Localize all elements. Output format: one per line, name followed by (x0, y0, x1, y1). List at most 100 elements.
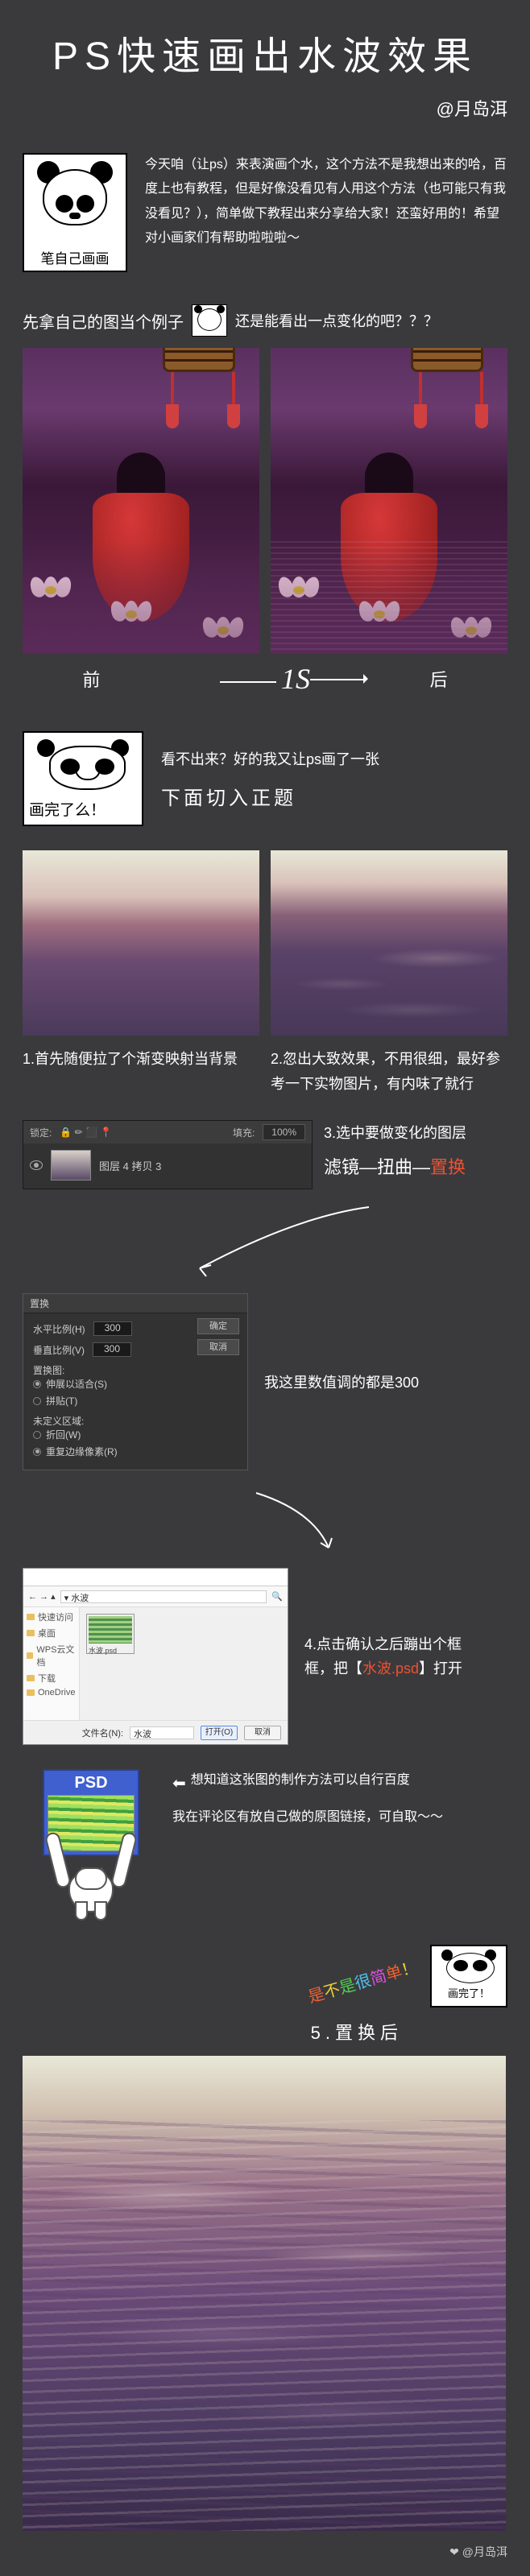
panda-caption: 笔自己画画 (41, 247, 110, 267)
layer-row[interactable]: 图层 4 拷贝 3 (23, 1143, 312, 1187)
mid-line-2: 下面切入正题 (161, 782, 379, 810)
v-scale-label: 垂直比例(V) (33, 1343, 85, 1357)
sidebar-item[interactable]: 下载 (27, 1672, 76, 1685)
file-open-dialog: ← → ▴ ▾ 水波 🔍 快速访问 桌面 WPS云文档 下载 OneDrive … (23, 1568, 288, 1745)
ps-layers-panel: 锁定: 🔒 ✏ ⬛ 📍 填充: 100% 图层 4 拷贝 3 (23, 1120, 313, 1189)
displace-dialog: 置换 水平比例(H) 300 垂直比例(V) 300 置换图: 伸展以适合(S)… (23, 1293, 248, 1470)
fill-label: 填充: (233, 1126, 255, 1139)
hand-arrow-icon (184, 1201, 507, 1285)
ps-layers-header: 锁定: 🔒 ✏ ⬛ 📍 填充: 100% (23, 1121, 312, 1143)
radio-stretch[interactable]: 伸展以适合(S) (33, 1377, 238, 1391)
author-handle: @月岛洱 (23, 95, 507, 121)
final-result-image (23, 2056, 506, 2531)
compare-row (23, 348, 507, 654)
step3-caption: 3.选中要做变化的图层 (324, 1120, 466, 1146)
before-image (23, 348, 259, 654)
panda-icon (29, 738, 137, 796)
step-1-2-images (23, 850, 507, 1036)
step2-image (271, 850, 507, 1036)
after-image (271, 348, 507, 654)
sidebar-item[interactable]: OneDrive (27, 1688, 76, 1697)
psd-note-1: ⬅ 想知道这张图的制作方法可以自行百度 (172, 1769, 443, 1798)
panda-meme-3: 画完了！ (430, 1945, 507, 2007)
ok-button[interactable]: 确定 (197, 1318, 239, 1334)
panda-icon (39, 161, 111, 225)
file-row: ← → ▴ ▾ 水波 🔍 快速访问 桌面 WPS云文档 下载 OneDrive … (23, 1568, 507, 1745)
layer-name: 图层 4 拷贝 3 (99, 1158, 161, 1173)
panda-caption: 画完了！ (435, 1985, 503, 2000)
dialog-title: 置换 (23, 1294, 247, 1313)
visibility-icon[interactable] (30, 1160, 43, 1170)
filename-label: 文件名(N): (82, 1726, 123, 1739)
footer-credit: ❤ @月岛洱 (23, 2544, 507, 2560)
panda-meme-2: 画完了么！ (23, 731, 143, 826)
step4-caption: 4.点击确认之后蹦出个框框，把【水波.psd】打开 (304, 1632, 482, 1681)
file-sidebar: 快速访问 桌面 WPS云文档 下载 OneDrive (23, 1607, 80, 1720)
sidebar-item[interactable]: WPS云文档 (27, 1643, 76, 1668)
psd-note-2: 我在评论区有放自己做的原图链接，可自取～～ (172, 1806, 443, 1830)
file-path[interactable]: ▾ 水波 (60, 1590, 267, 1603)
mid-line-1: 看不出来？好的我又让ps画了一张 (161, 748, 379, 769)
lock-label: 锁定: (30, 1126, 52, 1139)
step3-row: 锁定: 🔒 ✏ ⬛ 📍 填充: 100% 图层 4 拷贝 3 3.选中要做变化的… (23, 1120, 507, 1189)
dialog-row: 置换 水平比例(H) 300 垂直比例(V) 300 置换图: 伸展以适合(S)… (23, 1293, 507, 1470)
example-label: 先拿自己的图当个例子 (23, 309, 184, 333)
example-question: 还是能看出一点变化的吧？？？ (235, 310, 438, 331)
file-footer: 文件名(N): 水波 打开(O) 取消 (23, 1720, 288, 1744)
cat-icon (35, 1832, 147, 1921)
step1-caption: 1.首先随便拉了个渐变映射当背景 (23, 1047, 259, 1096)
group2-label: 未定义区域: (33, 1414, 238, 1428)
psd-row: PSD ⬅ 想知道这张图的制作方法可以自行百度 我在评论区有放自己做的原图链接，… (23, 1769, 507, 1921)
step-1-2-captions: 1.首先随便拉了个渐变映射当背景 2.忽出大致效果，不用很细，最好参考一下实物图… (23, 1047, 507, 1096)
filename-input[interactable]: 水波 (130, 1726, 194, 1739)
rainbow-text: 是不是很简单！ (305, 1954, 420, 2007)
open-button[interactable]: 打开(O) (201, 1726, 238, 1740)
file-thumb-icon (89, 1616, 132, 1644)
step2-caption: 2.忽出大致效果，不用很细，最好参考一下实物图片，有内味了就行 (271, 1047, 507, 1096)
psd-notes: ⬅ 想知道这张图的制作方法可以自行百度 我在评论区有放自己做的原图链接，可自取～… (172, 1769, 443, 1830)
h-scale-input[interactable]: 300 (93, 1321, 132, 1336)
file-main: 水波.psd (80, 1607, 288, 1720)
radio-tile[interactable]: 拼贴(T) (33, 1394, 238, 1408)
label-duration: 1S (220, 662, 310, 696)
file-name: 水波.psd (89, 1645, 132, 1656)
step1-image (23, 850, 259, 1036)
fill-value[interactable]: 100% (263, 1124, 305, 1140)
radio-wrap[interactable]: 折回(W) (33, 1428, 238, 1441)
compare-labels: 前 1S 后 (23, 662, 507, 696)
hand-arrow-icon (248, 1486, 507, 1563)
cancel-button[interactable]: 取消 (197, 1339, 239, 1355)
group1-label: 置换图: (33, 1363, 238, 1377)
panda-meme-1: 笔自己画画 (23, 153, 127, 272)
step3-text: 3.选中要做变化的图层 滤镜—扭曲—置换 (324, 1120, 466, 1183)
final-header: 是不是很简单！ 画完了！ (23, 1945, 507, 2007)
file-dialog-titlebar (23, 1569, 288, 1586)
intro-section: 笔自己画画 今天咱（让ps）来表演画个水，这个方法不是我想出来的哈，百度上也有教… (23, 153, 507, 272)
label-after: 后 (430, 666, 448, 692)
radio-repeat[interactable]: 重复边缘像素(R) (33, 1445, 238, 1458)
example-header: 先拿自己的图当个例子 还是能看出一点变化的吧？？？ (23, 304, 507, 337)
panda-caption: 画完了么！ (29, 798, 137, 820)
sidebar-item[interactable]: 桌面 (27, 1627, 76, 1639)
step3-menu-path: 滤镜—扭曲—置换 (324, 1152, 466, 1184)
layer-thumb (51, 1150, 91, 1180)
file-item[interactable]: 水波.psd (86, 1614, 135, 1654)
psd-label: PSD (48, 1774, 135, 1795)
h-scale-label: 水平比例(H) (33, 1322, 85, 1336)
mini-panda-icon (192, 304, 227, 337)
sidebar-item[interactable]: 快速访问 (27, 1611, 76, 1623)
psd-cat-meme: PSD (23, 1769, 159, 1921)
mid-section: 画完了么！ 看不出来？好的我又让ps画了一张 下面切入正题 (23, 731, 507, 826)
page-title: PS快速画出水波效果 (23, 24, 507, 81)
step5-caption: 5.置换后 (23, 2019, 403, 2045)
panda-icon (435, 1950, 503, 1985)
tutorial-page: PS快速画出水波效果 @月岛洱 笔自己画画 今天咱（让ps）来表演画个水，这个方… (0, 0, 530, 2576)
mid-text: 看不出来？好的我又让ps画了一张 下面切入正题 (161, 748, 379, 810)
file-toolbar: ← → ▴ ▾ 水波 🔍 (23, 1586, 288, 1607)
intro-text: 今天咱（让ps）来表演画个水，这个方法不是我想出来的哈，百度上也有教程，但是好像… (145, 153, 507, 251)
cancel-button[interactable]: 取消 (244, 1726, 281, 1740)
v-scale-input[interactable]: 300 (93, 1342, 131, 1357)
arrow-left-icon: ⬅ (172, 1769, 186, 1798)
label-before: 前 (82, 666, 100, 692)
dialog-note: 我这里数值调的都是300 (264, 1371, 419, 1392)
